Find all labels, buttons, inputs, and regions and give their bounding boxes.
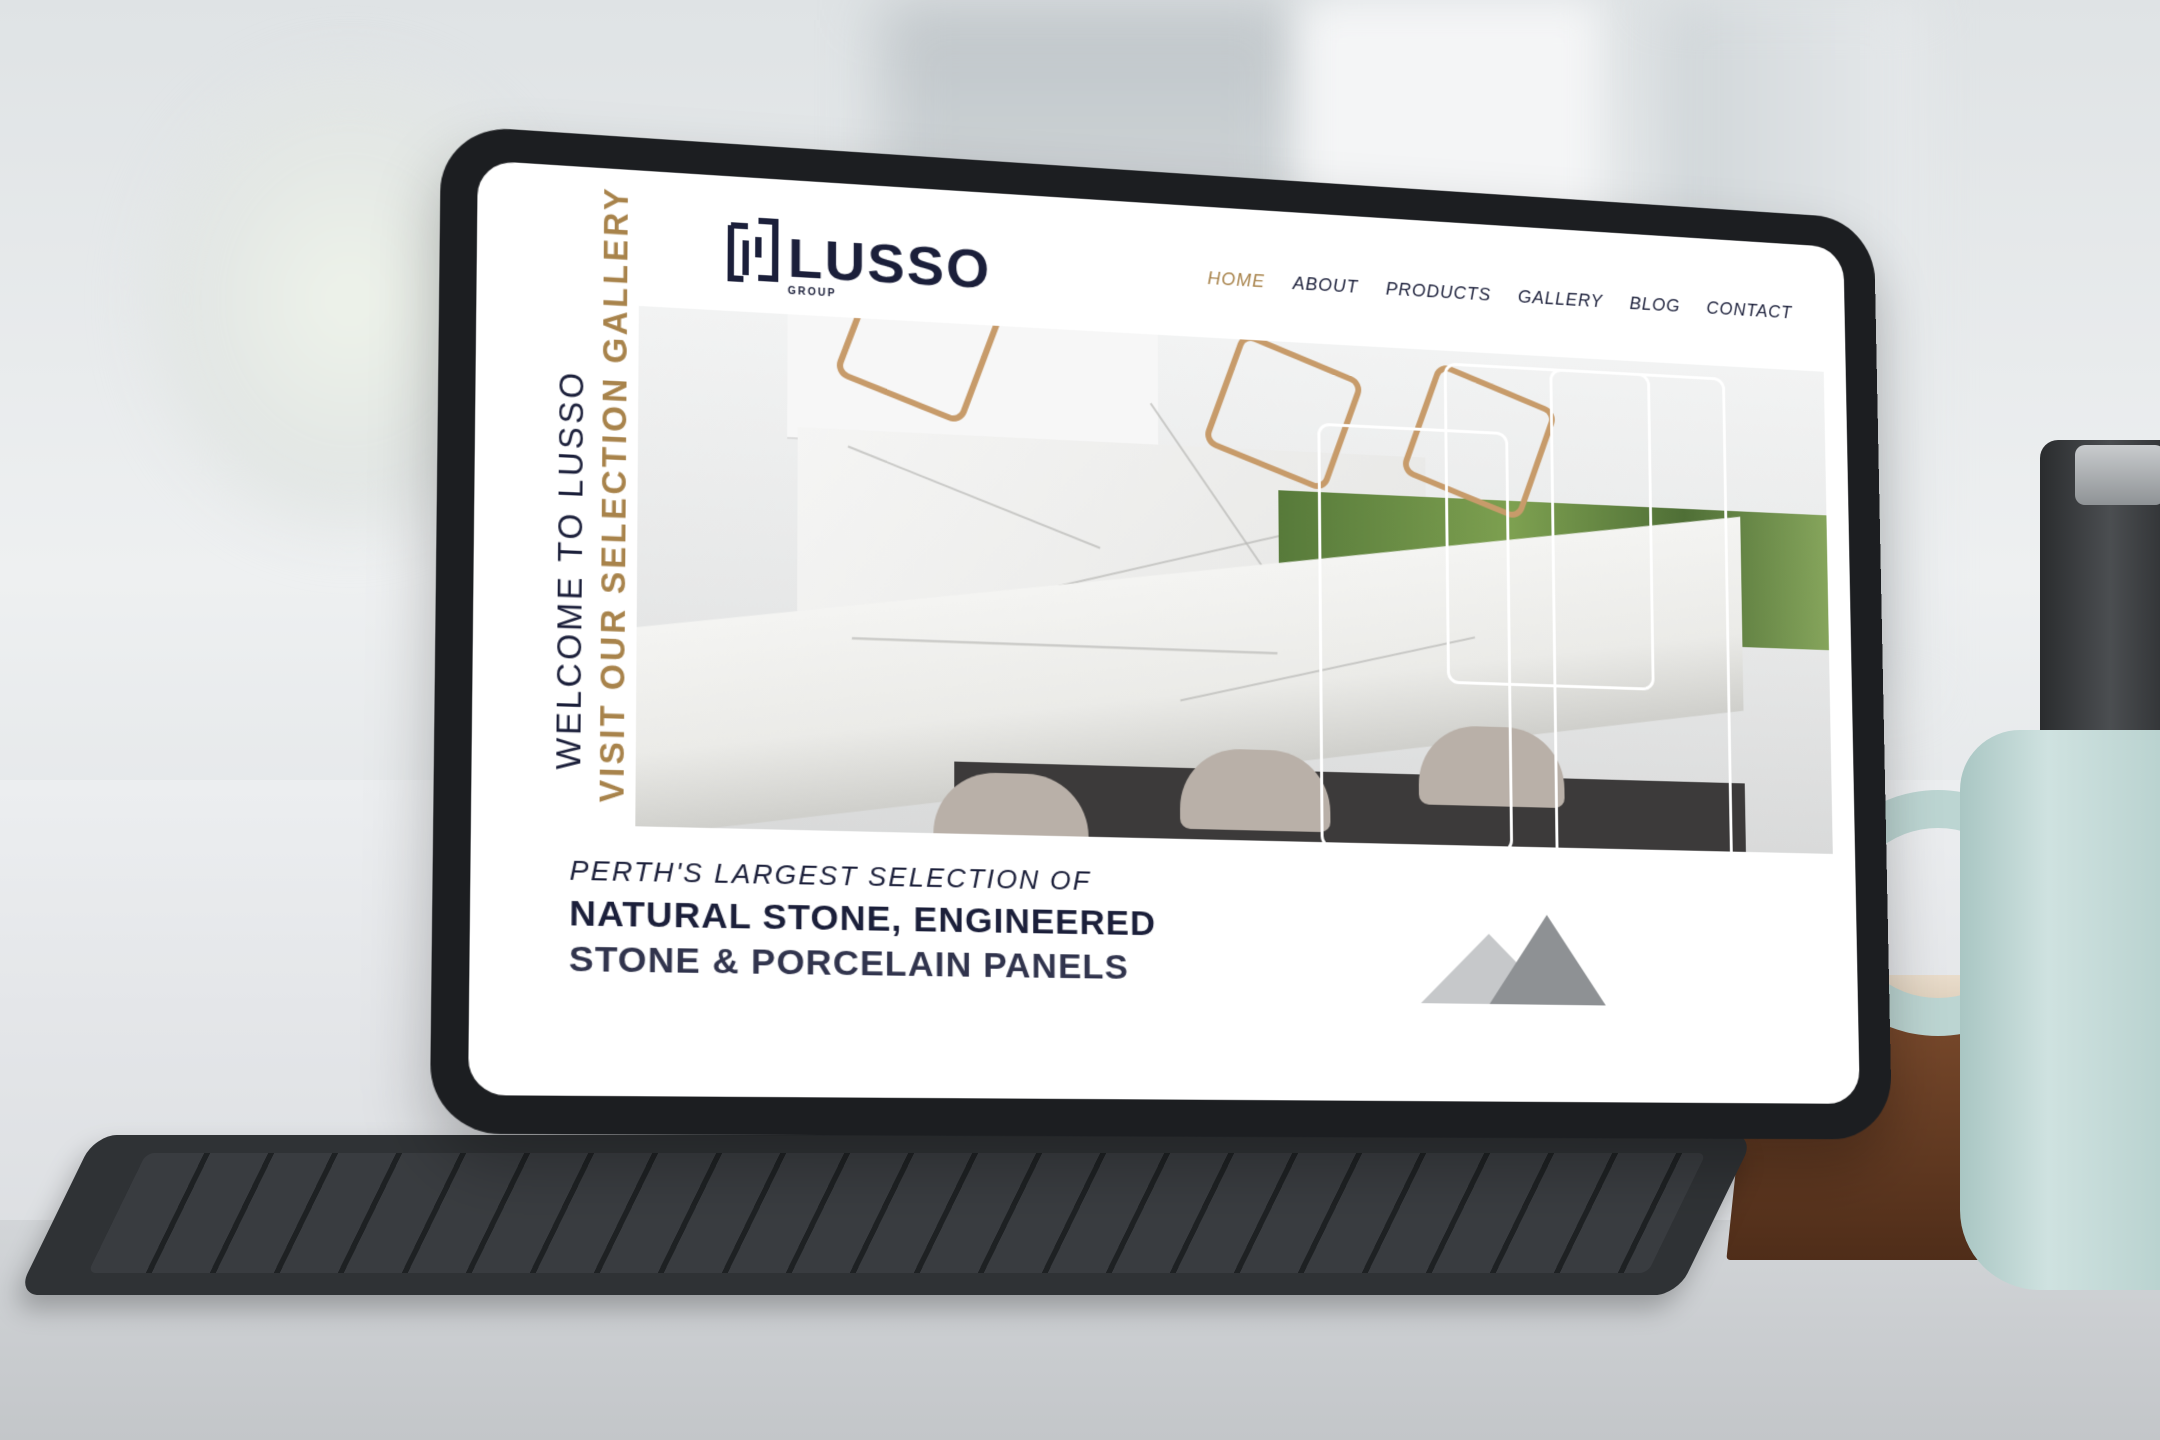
mug: [1960, 730, 2160, 1290]
keyboard: [17, 1135, 1755, 1295]
tagline-line-3: STONE & PORCELAIN PANELS: [569, 939, 1157, 988]
nav-about[interactable]: ABOUT: [1293, 273, 1359, 298]
marble-vein: [852, 637, 1278, 654]
tagline-line-1: PERTH'S LARGEST SELECTION OF: [569, 854, 1156, 898]
nav-contact[interactable]: CONTACT: [1706, 298, 1792, 323]
mountain-graphic: [1489, 914, 1606, 1006]
nav-gallery[interactable]: GALLERY: [1518, 287, 1603, 312]
camera-lens: [2075, 445, 2160, 505]
welcome-text: WELCOME TO LUSSO: [549, 369, 593, 771]
hero-tagline: PERTH'S LARGEST SELECTION OF NATURAL STO…: [569, 854, 1157, 988]
tablet: LUSSO GROUP HOME ABOUT PRODUCTS GALLERY …: [430, 125, 1892, 1140]
main-nav: HOME ABOUT PRODUCTS GALLERY BLOG CONTACT: [1207, 268, 1792, 323]
site-logo[interactable]: LUSSO: [726, 215, 991, 298]
tablet-screen: LUSSO GROUP HOME ABOUT PRODUCTS GALLERY …: [468, 160, 1860, 1104]
marble-vein: [848, 446, 1101, 549]
decorative-outline: [1549, 368, 1733, 854]
logo-subtitle: GROUP: [788, 286, 837, 300]
keyboard-keys: [88, 1153, 1707, 1273]
nav-blog[interactable]: BLOG: [1629, 293, 1680, 316]
tagline-line-2: NATURAL STONE, ENGINEERED: [569, 894, 1156, 945]
visit-gallery-link[interactable]: VISIT OUR SELECTION GALLERY: [592, 185, 637, 803]
side-vertical-text: WELCOME TO LUSSO VISIT OUR SELECTION GAL…: [471, 305, 639, 803]
logo-mark-icon: [726, 215, 779, 285]
nav-products[interactable]: PRODUCTS: [1386, 279, 1492, 306]
nav-home[interactable]: HOME: [1207, 268, 1265, 292]
hero-kitchen-image: [635, 306, 1833, 854]
